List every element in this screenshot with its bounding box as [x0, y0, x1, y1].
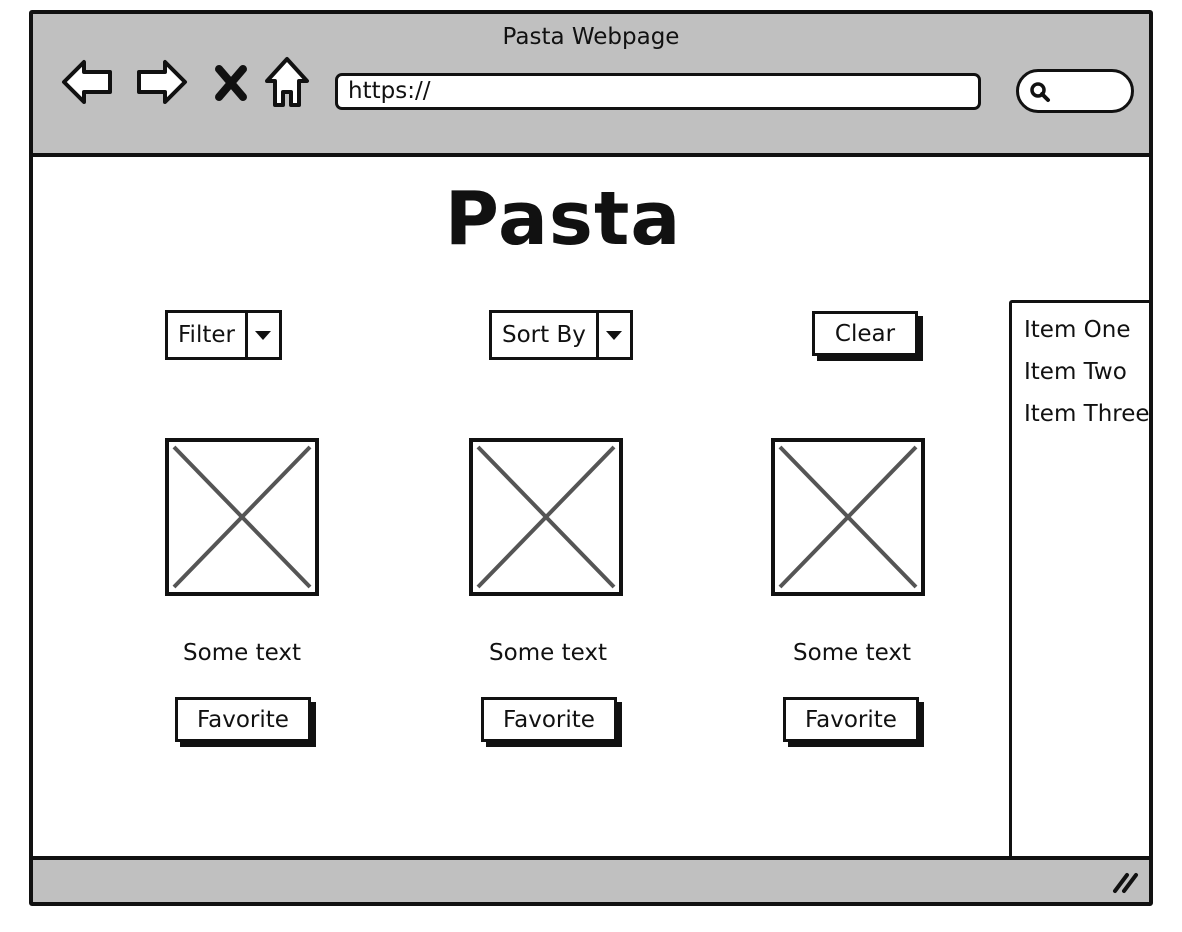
browser-search-box[interactable]	[1016, 69, 1134, 113]
clear-button[interactable]: Clear	[812, 311, 918, 356]
sort-by-dropdown-label: Sort By	[502, 322, 586, 348]
side-list-item-two[interactable]: Item Two	[1012, 351, 1149, 393]
card-text: Some text	[183, 640, 301, 666]
url-input[interactable]: https://	[335, 73, 981, 110]
image-placeholder	[165, 438, 319, 596]
search-icon	[1030, 82, 1050, 102]
card-text: Some text	[489, 640, 607, 666]
side-list-item-three[interactable]: Item Three	[1012, 393, 1149, 435]
filter-dropdown[interactable]: Filter	[165, 310, 282, 360]
image-placeholder	[771, 438, 925, 596]
browser-statusbar	[33, 856, 1149, 902]
card-text: Some text	[793, 640, 911, 666]
side-list-item-one[interactable]: Item One	[1012, 309, 1149, 351]
back-arrow-icon[interactable]	[60, 54, 114, 110]
side-list-panel: Item One Item Two Item Three	[1009, 300, 1149, 860]
forward-arrow-icon[interactable]	[135, 54, 189, 110]
browser-titlebar: Pasta Webpage https://	[33, 14, 1149, 157]
filter-dropdown-label: Filter	[178, 322, 235, 348]
favorite-button[interactable]: Favorite	[481, 697, 617, 742]
window-title: Pasta Webpage	[502, 24, 680, 50]
favorite-button[interactable]: Favorite	[783, 697, 919, 742]
chevron-down-icon[interactable]	[595, 313, 630, 357]
page-title: Pasta	[444, 176, 682, 262]
favorite-button[interactable]: Favorite	[175, 697, 311, 742]
browser-window: Pasta Webpage https:// Pasta Filter Sort…	[29, 10, 1153, 906]
sort-by-dropdown[interactable]: Sort By	[489, 310, 633, 360]
close-icon[interactable]	[209, 54, 253, 110]
home-icon[interactable]	[263, 54, 311, 110]
image-placeholder	[469, 438, 623, 596]
resize-grip-icon[interactable]	[1111, 869, 1141, 895]
chevron-down-icon[interactable]	[244, 313, 279, 357]
